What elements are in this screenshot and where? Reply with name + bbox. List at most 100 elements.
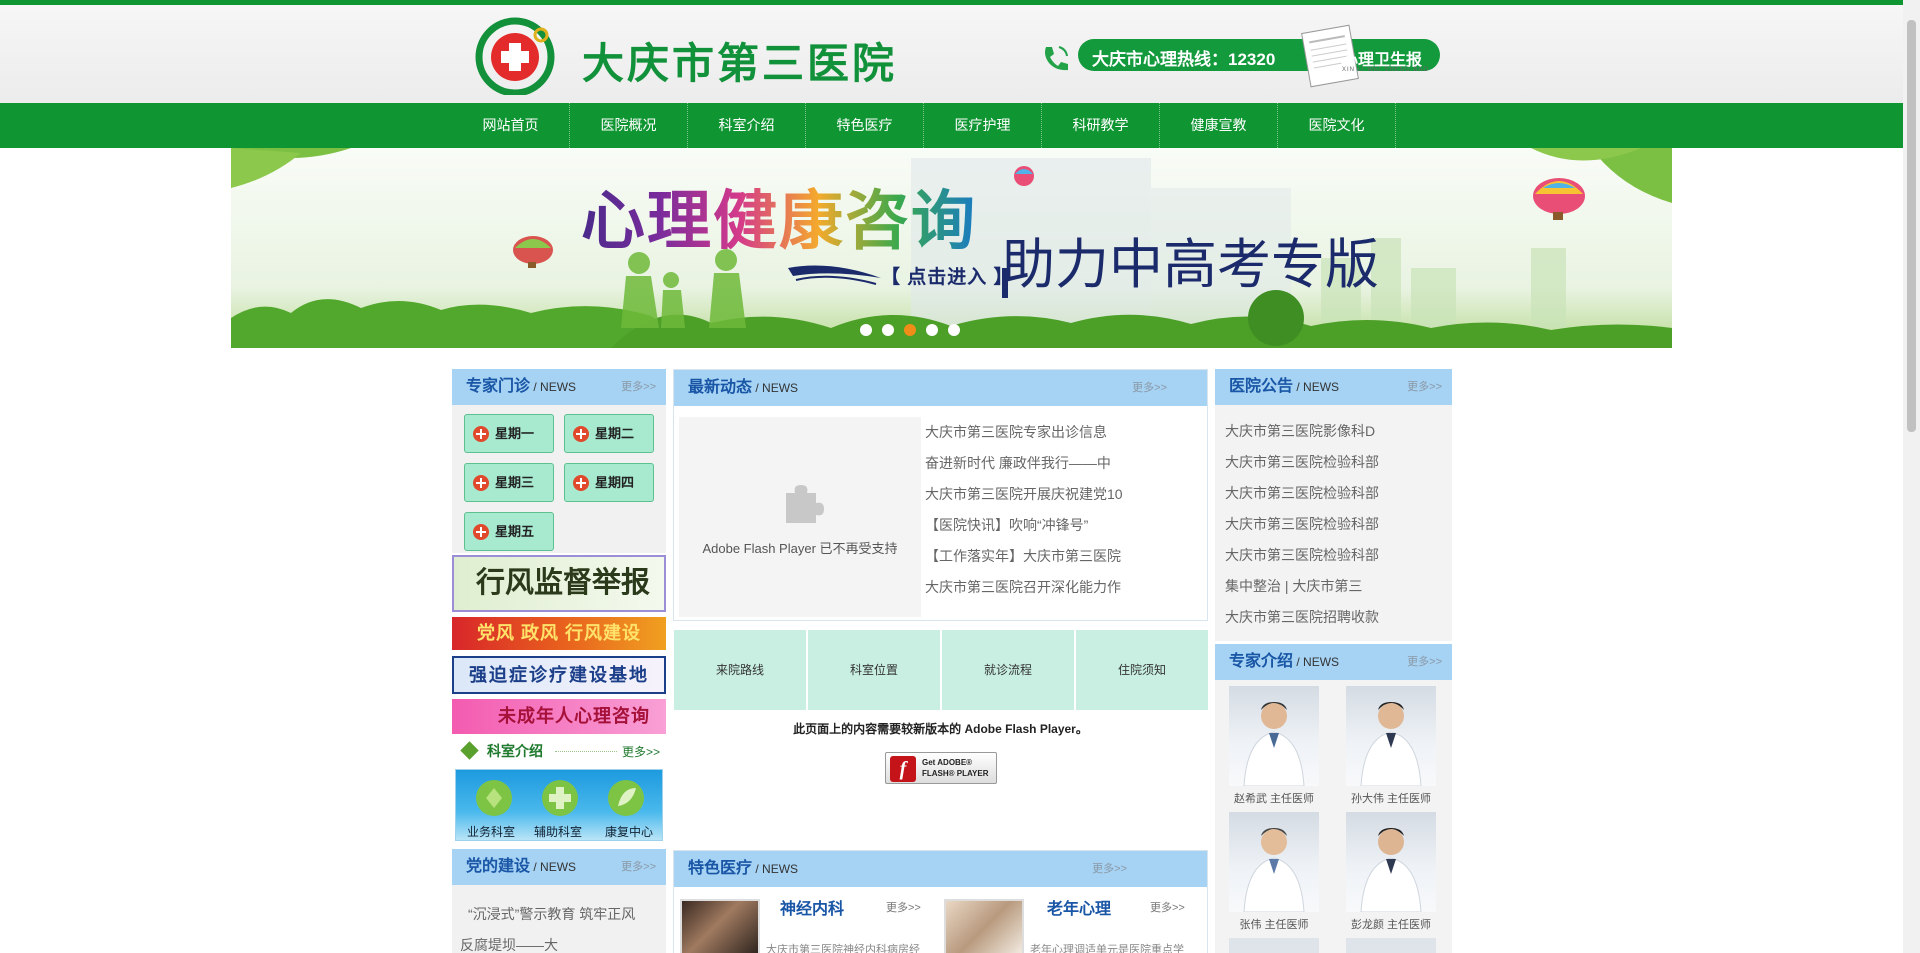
flash-required-message: 此页面上的内容需要较新版本的 Adobe Flash Player。	[793, 722, 1088, 736]
scrollbar-thumb[interactable]	[1907, 20, 1916, 432]
special-photo-elderly[interactable]	[944, 899, 1024, 953]
expert-clinic-title: 专家门诊	[466, 378, 531, 395]
party-building-more-link[interactable]: 更多>>	[621, 849, 656, 885]
nav-item-culture[interactable]: 医院文化	[1278, 103, 1396, 148]
ocd-banner[interactable]: 强迫症诊疗建设基地	[452, 656, 666, 694]
doctor-photo	[1229, 686, 1319, 786]
nav-item-departments[interactable]: 科室介绍	[688, 103, 806, 148]
get-flash-line1: Get ADOBE®	[922, 758, 973, 767]
main-nav: 网站首页 医院概况 科室介绍 特色医疗 医疗护理 科研教学 健康宣教 医院文化	[0, 103, 1903, 148]
special-name-neuro[interactable]: 神经内科	[780, 895, 844, 919]
doctor-caption: 赵希武 主任医师	[1233, 793, 1315, 805]
banner-dot-active[interactable]	[904, 324, 916, 336]
expert-clinic-header: 专家门诊 / NEWS 更多>>	[452, 369, 666, 405]
party-building-title: 党的建设	[466, 858, 531, 875]
banner-dot[interactable]	[948, 324, 960, 336]
page-scrollbar[interactable]	[1903, 0, 1920, 953]
special-name-elderly[interactable]: 老年心理	[1047, 895, 1111, 919]
latest-news-more-link[interactable]: 更多>>	[1132, 370, 1167, 406]
list-item[interactable]: 大庆市第三医院开展庆祝建党10	[925, 479, 1195, 510]
dept-label-aux[interactable]: 辅助科室	[528, 823, 588, 840]
hospital-notice-list: 大庆市第三医院影像科D 大庆市第三医院检验科部 大庆市第三医院检验科部 大庆市第…	[1225, 416, 1445, 633]
doctor-photo	[1229, 812, 1319, 912]
nav-item-research[interactable]: 科研教学	[1042, 103, 1160, 148]
nav-item-overview[interactable]: 医院概况	[570, 103, 688, 148]
list-item[interactable]: 【医院快讯】吹响“冲锋号”	[925, 510, 1195, 541]
expert-intro-sub: / NEWS	[1296, 655, 1340, 669]
dept-intro-header: 科室介绍 更多>>	[459, 740, 666, 762]
party-building-header: 党的建设 / NEWS 更多>>	[452, 849, 666, 885]
nav-item-home[interactable]: 网站首页	[452, 103, 570, 148]
list-item[interactable]: 集中整治 | 大庆市第三	[1225, 571, 1445, 602]
nav-item-nursing[interactable]: 医疗护理	[924, 103, 1042, 148]
nav-item-health-edu[interactable]: 健康宣教	[1160, 103, 1278, 148]
expert-card[interactable]: 孙大伟 主任医师	[1346, 686, 1436, 806]
special-more-neuro[interactable]: 更多>>	[886, 899, 921, 915]
quick-link-inpatient[interactable]: 住院须知	[1076, 630, 1208, 710]
list-item[interactable]: 大庆市第三医院专家出诊信息	[925, 417, 1195, 448]
doctor-photo-partial	[1346, 938, 1436, 953]
list-item[interactable]: 【工作落实年】大庆市第三医院	[925, 541, 1195, 572]
expert-card[interactable]: 赵希武 主任医师	[1229, 686, 1319, 806]
plugin-puzzle-icon	[786, 485, 824, 523]
banner-dot[interactable]	[926, 324, 938, 336]
aux-dept-icon[interactable]	[540, 778, 580, 818]
expert-clinic-more-link[interactable]: 更多>>	[621, 369, 656, 405]
hospital-notice-title: 医院公告	[1229, 378, 1294, 395]
party-style-banner-text: 党风 政风 行风建设	[476, 623, 641, 643]
nav-item-special[interactable]: 特色医疗	[806, 103, 924, 148]
quick-link-dept-location[interactable]: 科室位置	[808, 630, 940, 710]
list-item[interactable]: 大庆市第三医院招聘收款	[1225, 602, 1445, 633]
quick-link-procedure[interactable]: 就诊流程	[942, 630, 1074, 710]
special-more-elderly[interactable]: 更多>>	[1150, 899, 1185, 915]
party-style-banner[interactable]: 党风 政风 行风建设	[452, 617, 666, 650]
list-item[interactable]: 奋进新时代 廉政伴我行——中	[925, 448, 1195, 479]
hero-banner[interactable]: 心理健康咨询 助力中高考专版 【 点击进入 】	[231, 148, 1672, 348]
minor-counsel-banner[interactable]: 未成年人心理咨询	[452, 699, 666, 734]
hospital-notice-more-link[interactable]: 更多>>	[1407, 369, 1442, 405]
day-label: 星期五	[495, 524, 535, 539]
hospital-notice-header: 医院公告 / NEWS 更多>>	[1215, 369, 1452, 405]
expert-intro-more-link[interactable]: 更多>>	[1407, 644, 1442, 680]
latest-news-list: 大庆市第三医院专家出诊信息 奋进新时代 廉政伴我行——中 大庆市第三医院开展庆祝…	[925, 417, 1195, 603]
list-item[interactable]: 大庆市第三医院检验科部	[1225, 509, 1445, 540]
expert-intro-header: 专家介绍 / NEWS 更多>>	[1215, 644, 1452, 680]
special-medical-title: 特色医疗	[688, 860, 753, 877]
get-flash-player-button[interactable]: f Get ADOBE® FLASH® PLAYER	[885, 752, 997, 784]
day-button-wednesday[interactable]: 星期三	[464, 463, 554, 502]
banner-dot[interactable]	[860, 324, 872, 336]
special-desc-elderly: 老年心理调适单元是医院重点学	[1030, 944, 1184, 953]
list-item[interactable]: 大庆市第三医院检验科部	[1225, 447, 1445, 478]
hospital-cross-logo[interactable]	[475, 15, 555, 95]
expert-card[interactable]: 张伟 主任医师	[1229, 812, 1319, 932]
rehab-center-icon[interactable]	[606, 778, 646, 818]
site-title: 大庆市第三医院	[582, 42, 898, 88]
dept-label-rehab[interactable]: 康复中心	[596, 823, 662, 840]
dept-label-business[interactable]: 业务科室	[461, 823, 521, 840]
expert-card[interactable]: 彭龙颜 主任医师	[1346, 812, 1436, 932]
day-button-friday[interactable]: 星期五	[464, 512, 554, 551]
banner-enter-button[interactable]: 【 点击进入 】	[881, 262, 1014, 289]
list-item[interactable]: 大庆市第三医院影像科D	[1225, 416, 1445, 447]
day-button-thursday[interactable]: 星期四	[564, 463, 654, 502]
business-dept-icon[interactable]	[474, 778, 514, 818]
banner-dot[interactable]	[882, 324, 894, 336]
party-building-line: “沉浸式”警示教育 筑牢正风	[468, 906, 636, 922]
doctor-photo	[1346, 812, 1436, 912]
get-flash-line2: FLASH® PLAYER	[922, 769, 989, 778]
list-item[interactable]: 大庆市第三医院检验科部	[1225, 540, 1445, 571]
special-desc-neuro: 大庆市第三医院神经内科病房经	[766, 944, 920, 953]
supervision-banner[interactable]: 行风监督举报方式	[452, 555, 666, 612]
doctor-photo	[1346, 686, 1436, 786]
party-building-item[interactable]: “沉浸式”警示教育 筑牢正风 反腐堤坝——大	[460, 899, 660, 953]
flash-logo-icon: f	[890, 756, 916, 782]
quick-link-route[interactable]: 来院路线	[674, 630, 806, 710]
special-photo-neuro[interactable]	[680, 899, 760, 953]
list-item[interactable]: 大庆市第三医院检验科部	[1225, 478, 1445, 509]
dept-intro-box: 业务科室 辅助科室 康复中心	[455, 769, 663, 841]
dept-intro-more-link[interactable]: 更多>>	[622, 743, 660, 760]
day-button-monday[interactable]: 星期一	[464, 414, 554, 453]
special-medical-more-link[interactable]: 更多>>	[1092, 851, 1127, 887]
day-button-tuesday[interactable]: 星期二	[564, 414, 654, 453]
list-item[interactable]: 大庆市第三医院召开深化能力作	[925, 572, 1195, 603]
